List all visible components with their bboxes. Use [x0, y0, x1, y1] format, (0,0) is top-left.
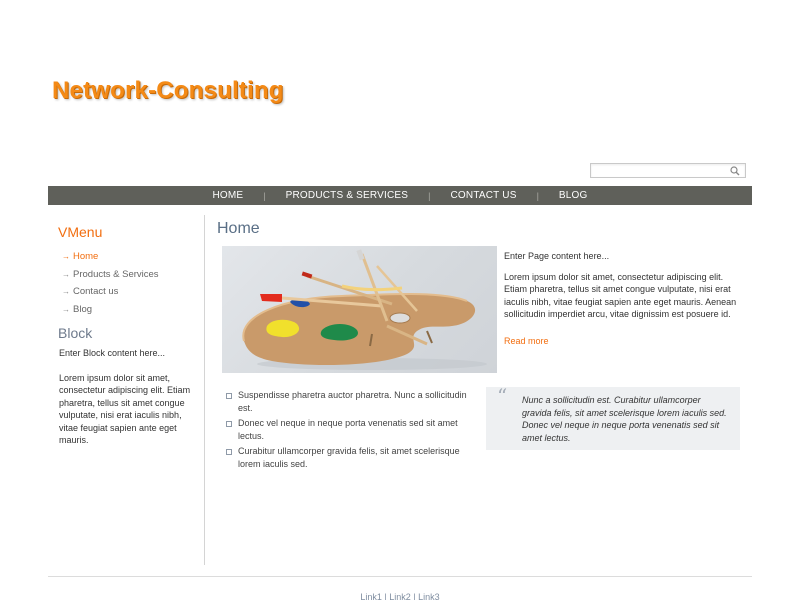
arrow-right-icon: →: [62, 252, 70, 261]
nav-item-blog[interactable]: BLOG: [539, 190, 608, 201]
arrow-right-icon: →: [62, 287, 70, 296]
vmenu-item-label: Home: [73, 251, 99, 262]
arrow-right-icon: →: [62, 269, 70, 279]
block-body: Lorem ipsum dolor sit amet, consectetur …: [59, 372, 191, 446]
page-title: Home: [217, 220, 260, 237]
sidebar: VMenu → Home → Products & Services → Contac…: [48, 215, 205, 565]
nav-item-contact-us[interactable]: CONTACT US: [431, 190, 537, 201]
footer-link-2[interactable]: Link2: [389, 592, 411, 600]
vmenu-item-contact-us[interactable]: → Contact us: [62, 286, 204, 304]
vmenu-item-home[interactable]: → Home: [62, 251, 204, 269]
page-intro: Enter Page content here...: [504, 251, 610, 261]
vmenu-item-products-services[interactable]: → Products & Services: [62, 269, 204, 287]
search-box[interactable]: [590, 163, 746, 181]
magnifier-icon[interactable]: [729, 165, 741, 177]
page-body: Lorem ipsum dolor sit amet, consectetur …: [504, 271, 737, 320]
quote-text: Nunc a sollicitudin est. Curabitur ullam…: [522, 395, 727, 443]
bullet-list: Suspendisse pharetra auctor pharetra. Nu…: [225, 389, 475, 473]
nav-item-home[interactable]: HOME: [192, 190, 263, 201]
paint-palette-image: [222, 246, 497, 373]
footer-separator: |: [410, 592, 419, 600]
top-nav: HOME | PRODUCTS & SERVICES | CONTACT US …: [48, 186, 752, 205]
vmenu-item-label: Blog: [73, 303, 93, 315]
nav-item-products-services[interactable]: PRODUCTS & SERVICES: [266, 190, 429, 201]
vmenu-item-label: Products & Services: [73, 268, 159, 280]
vmenu: → Home → Products & Services → Contact us →…: [48, 251, 204, 321]
read-more-link[interactable]: Read more: [504, 335, 549, 348]
blockquote: “ Nunc a sollicitudin est. Curabitur ull…: [486, 384, 740, 450]
block-title: Block: [58, 325, 93, 341]
vmenu-item-blog[interactable]: → Blog: [62, 304, 204, 322]
list-item: Curabitur ullamcorper gravida felis, sit…: [225, 445, 475, 471]
list-item: Suspendisse pharetra auctor pharetra. Nu…: [225, 389, 475, 415]
quote-mark-icon: “: [497, 384, 508, 408]
page-intro-text: Enter Page content here... Lorem ipsum d…: [504, 250, 744, 347]
footer-link-3[interactable]: Link3: [418, 592, 440, 600]
block-intro: Enter Block content here...: [59, 348, 166, 358]
vmenu-item-label: Contact us: [73, 286, 119, 297]
search-input[interactable]: [591, 167, 727, 181]
footer-divider: [48, 576, 752, 577]
main-content: Home Enter Page content here... Lorem ip…: [217, 215, 752, 469]
arrow-right-icon: →: [62, 304, 70, 314]
footer-link-1[interactable]: Link1: [360, 592, 382, 600]
list-item: Donec vel neque in neque porta venenatis…: [225, 417, 475, 443]
site-logo[interactable]: Network-Consulting: [52, 77, 284, 105]
footer-links: Link1 | Link2 | Link3: [0, 592, 800, 600]
vmenu-title: VMenu: [58, 224, 103, 240]
